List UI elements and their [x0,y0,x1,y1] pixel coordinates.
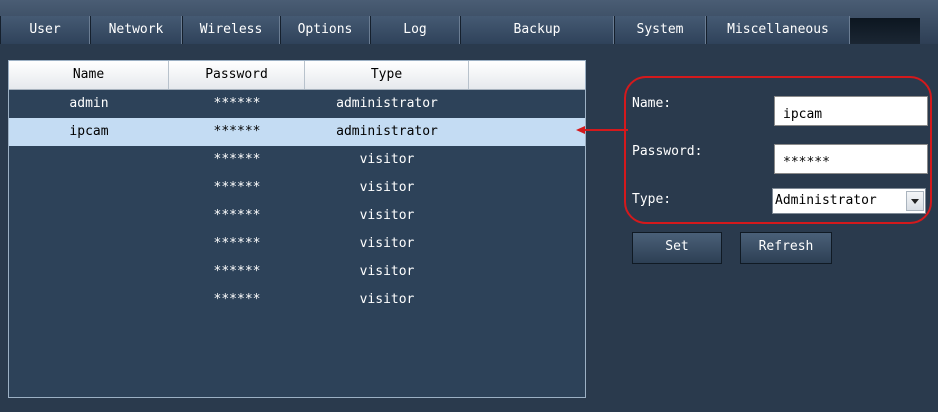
cell-name [9,230,169,258]
cell-password: ****** [213,124,261,139]
cell-name [9,174,169,202]
column-header-extra [469,61,585,89]
cell-name [9,146,169,174]
cell-name [9,202,169,230]
cell-password: ****** [213,236,261,251]
table-row-selected[interactable]: ipcam ****** administrator [9,118,585,146]
type-select-value: Administrator [775,193,877,208]
password-label: Password: [632,144,703,159]
cell-type: visitor [359,236,415,251]
tab-options[interactable]: Options [280,16,370,44]
table-row[interactable]: admin ****** administrator [9,90,585,118]
type-select[interactable]: Administrator [772,188,926,214]
cell-type: administrator [336,124,438,139]
refresh-button[interactable]: Refresh [740,232,832,264]
type-label: Type: [632,192,672,207]
table-row[interactable]: ****** visitor [9,286,585,314]
cell-password: ****** [213,180,261,195]
tab-network[interactable]: Network [90,16,182,44]
arrow-left-icon [576,126,628,134]
cell-password: ****** [213,292,261,307]
table-header: Name Password Type [9,61,585,90]
table-row[interactable]: ****** visitor [9,174,585,202]
column-header-type: Type [305,61,469,89]
chevron-down-icon[interactable] [906,191,924,211]
cell-type: visitor [359,264,415,279]
tab-system[interactable]: System [614,16,706,44]
cell-name [9,286,169,314]
tab-user[interactable]: User [0,16,90,44]
set-button[interactable]: Set [632,232,722,264]
cell-password: ****** [213,96,261,111]
column-header-password: Password [169,61,305,89]
name-field[interactable] [774,96,928,126]
cell-password: ****** [213,208,261,223]
table-row[interactable]: ****** visitor [9,146,585,174]
cell-password: ****** [213,152,261,167]
table-row[interactable]: ****** visitor [9,202,585,230]
cell-password: ****** [213,264,261,279]
table-row[interactable]: ****** visitor [9,230,585,258]
cell-type: administrator [336,96,438,111]
tab-bar-end [850,18,920,44]
tab-backup[interactable]: Backup [460,16,614,44]
cell-name: ipcam [69,124,109,139]
tab-log[interactable]: Log [370,16,460,44]
table-row[interactable]: ****** visitor [9,258,585,286]
cell-type: visitor [359,208,415,223]
column-header-name: Name [9,61,169,89]
cell-type: visitor [359,292,415,307]
cell-name [9,258,169,286]
password-field[interactable] [774,144,928,174]
tab-miscellaneous[interactable]: Miscellaneous [706,16,850,44]
cell-type: visitor [359,152,415,167]
tab-wireless[interactable]: Wireless [182,16,280,44]
tab-bar: User Network Wireless Options Log Backup… [0,0,938,44]
name-label: Name: [632,96,672,111]
cell-name: admin [69,96,109,111]
cell-type: visitor [359,180,415,195]
user-table: Name Password Type admin ****** administ… [8,60,586,398]
